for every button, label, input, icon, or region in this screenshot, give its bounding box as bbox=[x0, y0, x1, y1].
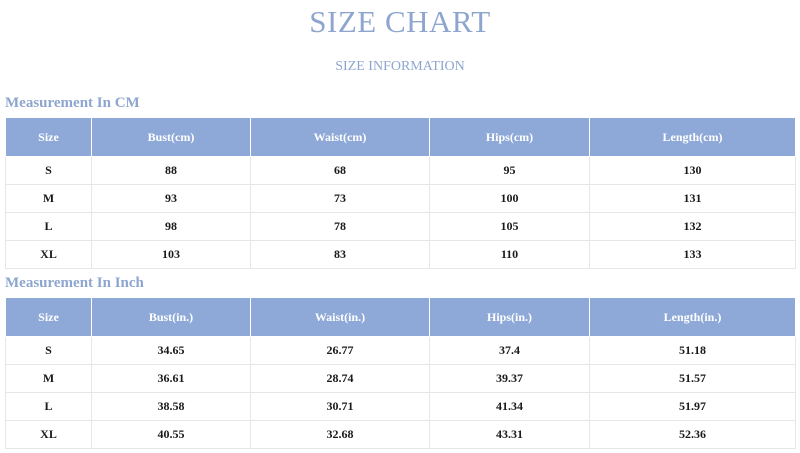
table-cell: S bbox=[5, 336, 92, 365]
column-header-size: Size bbox=[5, 297, 92, 337]
table-cell: 38.58 bbox=[91, 392, 251, 421]
table-cell: 52.36 bbox=[589, 420, 796, 449]
table-cell: 73 bbox=[250, 184, 430, 213]
table-cell: 103 bbox=[91, 240, 251, 269]
table-cell: 133 bbox=[589, 240, 796, 269]
table-cell: 93 bbox=[91, 184, 251, 213]
column-header-waist: Waist(cm) bbox=[250, 117, 430, 157]
table-cell: 98 bbox=[91, 212, 251, 241]
page-title: SIZE CHART bbox=[309, 4, 491, 39]
table-cell: 51.97 bbox=[589, 392, 796, 421]
page-subtitle: SIZE INFORMATION bbox=[335, 59, 465, 74]
column-header-length: Length(cm) bbox=[589, 117, 796, 157]
column-header-hips: Hips(cm) bbox=[429, 117, 590, 157]
table-cell: 130 bbox=[589, 156, 796, 185]
table-row: S 34.65 26.77 37.4 51.18 bbox=[5, 336, 796, 365]
table-row: L 98 78 105 132 bbox=[5, 212, 796, 241]
column-header-hips: Hips(in.) bbox=[429, 297, 590, 337]
section-heading-cm: Measurement In CM bbox=[5, 95, 140, 111]
table-cell: 68 bbox=[250, 156, 430, 185]
table-row: M 93 73 100 131 bbox=[5, 184, 796, 213]
table-cell: 32.68 bbox=[250, 420, 430, 449]
section-heading-inch: Measurement In Inch bbox=[5, 275, 144, 291]
table-cell: 105 bbox=[429, 212, 590, 241]
table-cell: 78 bbox=[250, 212, 430, 241]
table-cell: M bbox=[5, 184, 92, 213]
table-row: M 36.61 28.74 39.37 51.57 bbox=[5, 364, 796, 393]
table-cell: 51.18 bbox=[589, 336, 796, 365]
table-row: L 38.58 30.71 41.34 51.97 bbox=[5, 392, 796, 421]
table-cell: 43.31 bbox=[429, 420, 590, 449]
table-cell: 30.71 bbox=[250, 392, 430, 421]
column-header-length: Length(in.) bbox=[589, 297, 796, 337]
table-cell: 88 bbox=[91, 156, 251, 185]
column-header-waist: Waist(in.) bbox=[250, 297, 430, 337]
size-table-inch: Size Bust(in.) Waist(in.) Hips(in.) Leng… bbox=[5, 297, 796, 449]
table-cell: 51.57 bbox=[589, 364, 796, 393]
table-cell: 26.77 bbox=[250, 336, 430, 365]
table-cell: 132 bbox=[589, 212, 796, 241]
table-cell: S bbox=[5, 156, 92, 185]
size-table-cm: Size Bust(cm) Waist(cm) Hips(cm) Length(… bbox=[5, 117, 796, 269]
table-row: XL 103 83 110 133 bbox=[5, 240, 796, 269]
table-cell: L bbox=[5, 392, 92, 421]
table-cell: 83 bbox=[250, 240, 430, 269]
table-row: S 88 68 95 130 bbox=[5, 156, 796, 185]
table-cell: 110 bbox=[429, 240, 590, 269]
column-header-size: Size bbox=[5, 117, 92, 157]
table-cell: 100 bbox=[429, 184, 590, 213]
table-cell: 41.34 bbox=[429, 392, 590, 421]
table-cell: XL bbox=[5, 420, 92, 449]
column-header-bust: Bust(in.) bbox=[91, 297, 251, 337]
table-cell: 37.4 bbox=[429, 336, 590, 365]
table-cell: 95 bbox=[429, 156, 590, 185]
table-cell: 131 bbox=[589, 184, 796, 213]
table-header-row: Size Bust(cm) Waist(cm) Hips(cm) Length(… bbox=[5, 117, 796, 157]
table-cell: 34.65 bbox=[91, 336, 251, 365]
table-cell: 39.37 bbox=[429, 364, 590, 393]
table-cell: 40.55 bbox=[91, 420, 251, 449]
table-cell: 36.61 bbox=[91, 364, 251, 393]
table-header-row: Size Bust(in.) Waist(in.) Hips(in.) Leng… bbox=[5, 297, 796, 337]
table-cell: 28.74 bbox=[250, 364, 430, 393]
column-header-bust: Bust(cm) bbox=[91, 117, 251, 157]
table-row: XL 40.55 32.68 43.31 52.36 bbox=[5, 420, 796, 449]
table-cell: L bbox=[5, 212, 92, 241]
table-cell: XL bbox=[5, 240, 92, 269]
table-cell: M bbox=[5, 364, 92, 393]
